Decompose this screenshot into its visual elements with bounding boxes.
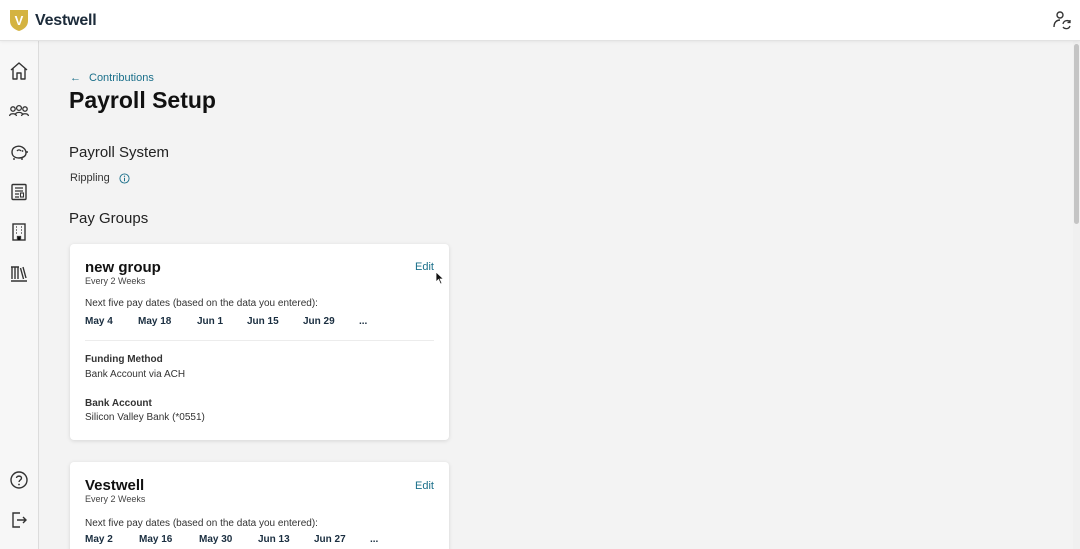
- account-switch-icon[interactable]: [1052, 10, 1072, 30]
- newspaper-icon[interactable]: [9, 182, 29, 202]
- edit-button[interactable]: Edit: [415, 261, 434, 273]
- top-bar: V Vestwell: [0, 0, 1080, 41]
- pay-date: May 30: [199, 534, 233, 545]
- pay-group-frequency: Every 2 Weeks: [85, 494, 146, 504]
- pay-date: May 16: [139, 534, 173, 545]
- pay-dates-label: Next five pay dates (based on the data y…: [85, 298, 318, 309]
- pay-date: Jun 29: [303, 316, 335, 327]
- divider: [85, 340, 434, 341]
- arrow-left-icon: ←: [70, 72, 81, 84]
- people-icon[interactable]: [9, 101, 29, 121]
- pay-dates-row: May 4 May 18 Jun 1 Jun 15 Jun 29 ...: [85, 316, 367, 327]
- pay-dates-row: May 2 May 16 May 30 Jun 13 Jun 27 ...: [85, 534, 378, 545]
- pay-group-name: new group: [85, 259, 161, 276]
- svg-text:V: V: [15, 13, 24, 28]
- pay-date-more: ...: [359, 316, 368, 327]
- pay-group-card: new group Every 2 Weeks Edit Next five p…: [70, 244, 449, 440]
- pay-group-name: Vestwell: [85, 477, 145, 494]
- pay-date: May 2: [85, 534, 113, 545]
- breadcrumb[interactable]: ← Contributions: [70, 72, 154, 84]
- payroll-system-row: Rippling: [70, 172, 130, 184]
- building-icon[interactable]: [9, 222, 29, 242]
- pay-date: Jun 15: [247, 316, 279, 327]
- funding-method-value: Bank Account via ACH: [85, 369, 186, 380]
- bank-account-value: Silicon Valley Bank (*0551): [85, 412, 205, 423]
- sidebar: [0, 41, 39, 549]
- pay-date: May 18: [138, 316, 172, 327]
- vestwell-shield-icon: V: [10, 10, 28, 31]
- payroll-system-value: Rippling: [70, 172, 110, 184]
- funding-method-label: Funding Method: [85, 354, 163, 365]
- main-content: ← Contributions Payroll Setup Payroll Sy…: [39, 41, 1073, 549]
- pay-dates-label: Next five pay dates (based on the data y…: [85, 518, 318, 529]
- pay-date-more: ...: [370, 534, 379, 545]
- pay-date: Jun 1: [197, 316, 224, 327]
- help-icon[interactable]: [9, 470, 29, 490]
- payroll-system-title: Payroll System: [69, 144, 170, 161]
- pay-group-card: Vestwell Every 2 Weeks Edit Next five pa…: [70, 462, 449, 549]
- logout-icon[interactable]: [9, 510, 29, 530]
- library-icon[interactable]: [9, 263, 29, 283]
- brand-name: Vestwell: [35, 11, 97, 29]
- info-icon[interactable]: [119, 172, 130, 184]
- pay-groups-title: Pay Groups: [69, 210, 149, 227]
- piggy-bank-icon[interactable]: [9, 142, 29, 162]
- pay-date: Jun 13: [258, 534, 290, 545]
- page-title: Payroll Setup: [69, 87, 216, 113]
- bank-account-label: Bank Account: [85, 398, 152, 409]
- scrollbar-thumb[interactable]: [1074, 44, 1079, 224]
- vestwell-logo[interactable]: V Vestwell: [9, 9, 97, 32]
- home-icon[interactable]: [9, 61, 29, 81]
- mouse-cursor-icon: [435, 271, 445, 285]
- pay-group-frequency: Every 2 Weeks: [85, 276, 146, 286]
- pay-date: Jun 27: [314, 534, 346, 545]
- breadcrumb-contributions[interactable]: Contributions: [89, 72, 154, 84]
- pay-date: May 4: [85, 316, 113, 327]
- edit-button[interactable]: Edit: [415, 480, 434, 492]
